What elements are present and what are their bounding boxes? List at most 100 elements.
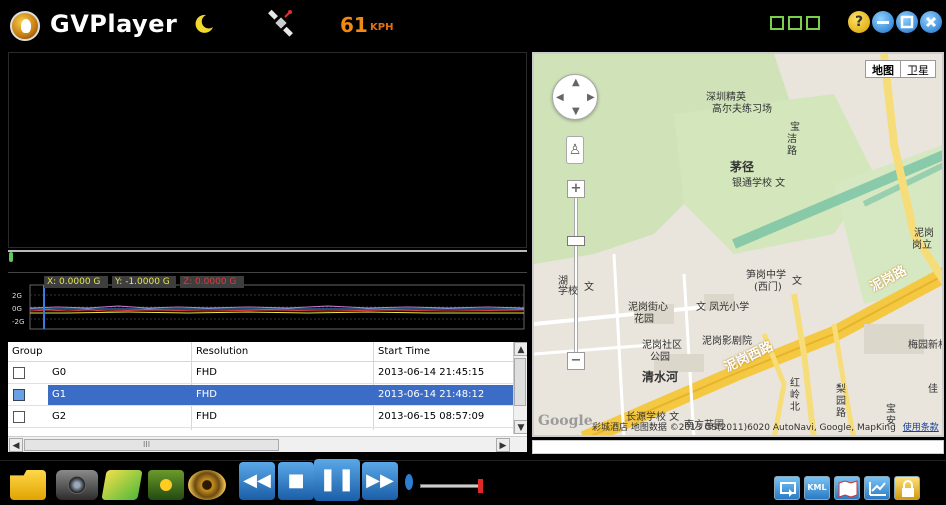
gsensor-tick-bottom: -2G: [12, 318, 25, 326]
pan-down-icon[interactable]: ▼: [572, 106, 580, 117]
map-label: 公园: [650, 352, 670, 363]
settings-icon[interactable]: [148, 470, 184, 500]
maximize-button[interactable]: [896, 11, 918, 33]
layout-single-button[interactable]: [770, 16, 784, 30]
export-icon[interactable]: [101, 470, 143, 500]
pan-up-icon[interactable]: ▲: [572, 77, 580, 88]
loop-icon: [780, 482, 796, 497]
pan-left-icon[interactable]: ◀: [556, 92, 564, 103]
scroll-right-icon[interactable]: ▶: [496, 438, 510, 452]
layout-dual-button[interactable]: [788, 16, 802, 30]
map-label: 北: [790, 402, 800, 413]
table-row[interactable]: G0 FHD 2013-06-14 21:45:15: [8, 363, 513, 384]
playback-progress-handle[interactable]: [9, 252, 13, 262]
row-start-time: 2013-06-14 21:45:15: [378, 367, 485, 378]
table-row[interactable]: G2 FHD 2013-06-15 08:57:09: [8, 407, 513, 428]
previous-button[interactable]: ◀◀: [239, 462, 275, 500]
table-vertical-scrollbar[interactable]: ▲ ▼: [513, 342, 527, 434]
gsensor-z-value: Z: 0.0000 G: [180, 276, 244, 288]
app-logo-icon: [10, 11, 40, 41]
pan-right-icon[interactable]: ▶: [587, 92, 595, 103]
row-group: G1: [52, 389, 67, 400]
terms-link[interactable]: 使用条款: [903, 423, 939, 433]
close-button[interactable]: [920, 11, 942, 33]
table-row[interactable]: G1 FHD 2013-06-14 21:48:12: [8, 385, 513, 406]
map-label: 学校: [558, 286, 578, 297]
zoom-in-button[interactable]: +: [567, 180, 585, 198]
scroll-up-icon[interactable]: ▲: [514, 342, 527, 356]
volume-slider-handle[interactable]: [478, 479, 483, 493]
volume-icon[interactable]: [405, 474, 413, 490]
map-label: 高尔夫练习场: [712, 104, 772, 115]
minimize-icon: [877, 21, 889, 24]
zoom-slider-track[interactable]: [574, 194, 578, 359]
night-mode-icon[interactable]: [192, 12, 216, 36]
map-label: 文: [584, 282, 594, 293]
column-header-start-time[interactable]: Start Time: [378, 346, 430, 357]
volume-slider[interactable]: [420, 484, 482, 488]
gsensor-tick-top: 2G: [12, 292, 22, 300]
column-header-group[interactable]: Group: [12, 346, 42, 357]
file-table: Group Resolution Start Time G0 FHD 2013-…: [8, 342, 527, 452]
loop-button[interactable]: [774, 476, 800, 500]
map-type-satellite-button[interactable]: 卫星: [901, 61, 935, 77]
app-title: GVPlayer: [50, 10, 178, 38]
zoom-slider-thumb[interactable]: [567, 236, 585, 246]
map-toggle-button[interactable]: [834, 476, 860, 500]
snapshot-camera-icon[interactable]: [56, 470, 98, 500]
graph-icon: [869, 482, 886, 496]
map-label: 路: [836, 408, 846, 419]
map-label: 茅径: [730, 160, 755, 174]
map-label: 岗立: [912, 240, 932, 251]
map-label: 佳: [928, 384, 938, 395]
lock-button[interactable]: [894, 476, 920, 500]
map-type-switcher: 地图 卫星: [865, 60, 936, 78]
video-viewport[interactable]: [8, 52, 527, 248]
row-resolution: FHD: [196, 389, 217, 400]
horizontal-scroll-thumb[interactable]: III: [24, 439, 279, 451]
map-attribution: 彩城酒店 地图数据 ©2013 GS(2011)6020 AutoNavi, G…: [592, 423, 939, 433]
map-icon: [838, 480, 858, 498]
help-button[interactable]: ?: [848, 11, 870, 33]
map-pan-control[interactable]: ▲ ▼ ◀ ▶: [552, 74, 598, 120]
gsensor-tick-mid: 0G: [12, 305, 22, 313]
row-checkbox[interactable]: [13, 389, 25, 401]
kml-export-button[interactable]: KML: [804, 476, 830, 500]
map-label: 银通学校 文: [732, 178, 786, 189]
close-icon: [925, 16, 937, 28]
map-label: 文: [792, 276, 802, 287]
map-status-strip: [532, 440, 944, 454]
title-bar: GVPlayer 61 KPH ?: [0, 0, 946, 48]
next-button[interactable]: ▶▶: [362, 462, 398, 500]
street-view-pegman-icon[interactable]: ♙: [566, 136, 584, 164]
graph-toggle-button[interactable]: [864, 476, 890, 500]
row-checkbox[interactable]: [13, 411, 25, 423]
row-group: G2: [52, 411, 67, 422]
scroll-left-icon[interactable]: ◀: [9, 438, 23, 452]
playback-progress-bar[interactable]: [8, 250, 527, 266]
stop-button[interactable]: ■: [278, 462, 314, 500]
layout-full-button[interactable]: [806, 16, 820, 30]
row-group: G0: [52, 367, 67, 378]
vertical-scroll-thumb[interactable]: [514, 358, 526, 406]
map-type-map-button[interactable]: 地图: [866, 61, 901, 77]
table-header: Group Resolution Start Time: [8, 342, 513, 362]
zoom-out-button[interactable]: −: [567, 352, 585, 370]
map-label: 梅园新村: [908, 340, 944, 351]
table-horizontal-scrollbar[interactable]: ◀ III ▶: [8, 436, 527, 452]
lock-icon: [902, 480, 914, 497]
scroll-down-icon[interactable]: ▼: [514, 420, 527, 434]
gvplayer-window: GVPlayer 61 KPH ? X: 0.0000 G Y: -1.0000…: [0, 0, 946, 505]
minimize-button[interactable]: [872, 11, 894, 33]
column-header-resolution[interactable]: Resolution: [196, 346, 248, 357]
pause-button[interactable]: ❚❚: [314, 459, 360, 501]
film-reel-icon[interactable]: [188, 470, 226, 500]
row-resolution: FHD: [196, 367, 217, 378]
map-label: 泥岗影剧院: [702, 336, 752, 347]
satellite-icon: [268, 9, 293, 37]
row-start-time: 2013-06-14 21:48:12: [378, 389, 485, 400]
speed-unit: KPH: [370, 22, 394, 33]
map-label: 清水河: [642, 370, 679, 384]
row-checkbox[interactable]: [13, 367, 25, 379]
map-view[interactable]: 地图 卫星 ▲ ▼ ◀ ▶ ♙ + − 深圳精英 高尔夫练习场 宝 洁 路 茅径…: [532, 52, 944, 437]
